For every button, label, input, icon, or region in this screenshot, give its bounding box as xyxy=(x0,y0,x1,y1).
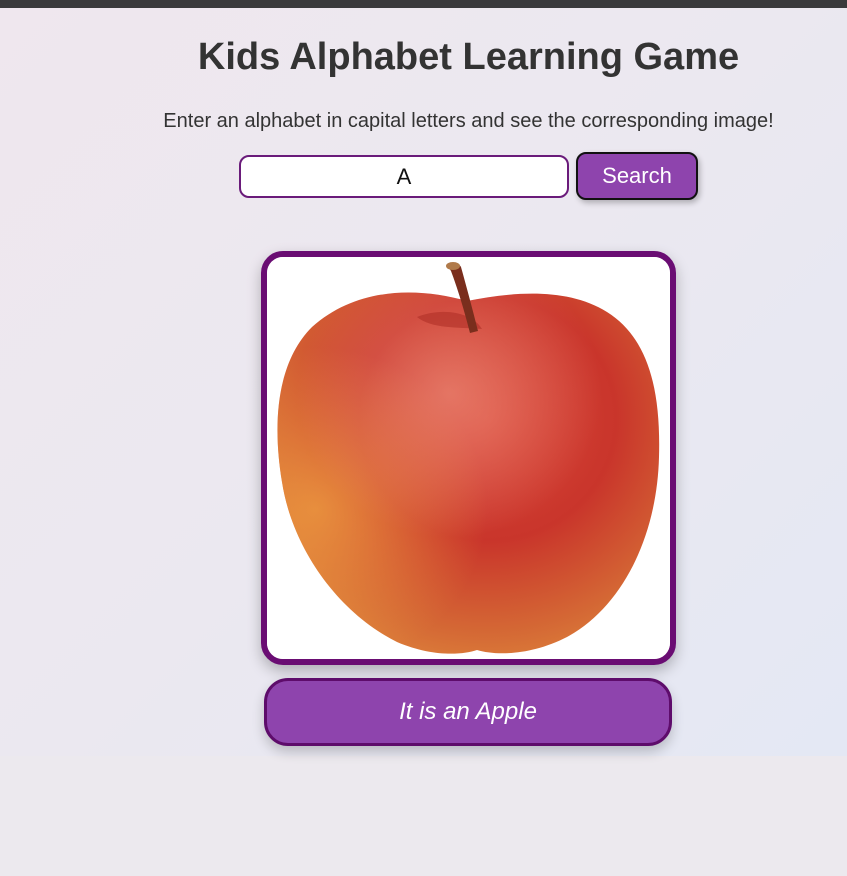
instructions-text: Enter an alphabet in capital letters and… xyxy=(163,110,774,132)
apple-image xyxy=(267,257,670,659)
result-caption: It is an Apple xyxy=(399,698,537,725)
page-title: Kids Alphabet Learning Game xyxy=(197,36,740,78)
result-image-card xyxy=(261,251,676,665)
result-caption-box: It is an Apple xyxy=(264,678,672,746)
page-lower-background xyxy=(0,756,847,876)
letter-input[interactable] xyxy=(239,155,569,198)
search-button[interactable]: Search xyxy=(576,152,698,200)
browser-top-bar xyxy=(0,0,847,8)
